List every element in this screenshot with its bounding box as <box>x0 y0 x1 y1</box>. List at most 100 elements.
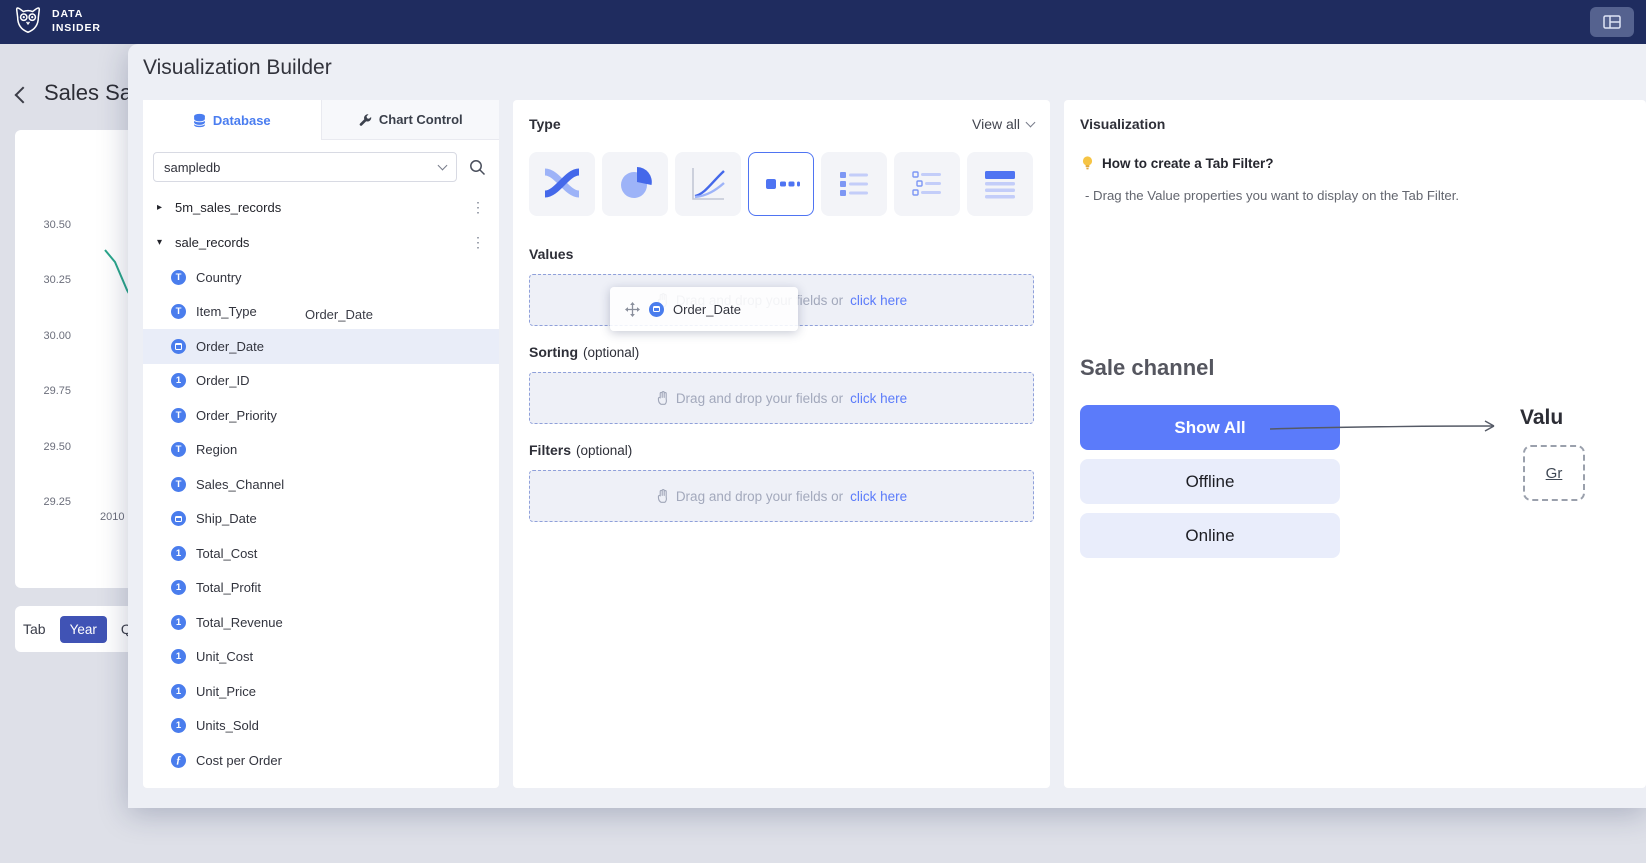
section-title-text: Values <box>529 246 573 262</box>
search-icon[interactable] <box>469 159 486 176</box>
y-axis-tick: 30.00 <box>29 330 71 342</box>
kebab-menu-icon[interactable]: ⋮ <box>471 234 485 251</box>
brand-text: DATA INSIDER <box>52 8 101 35</box>
number-field-icon: 1 <box>171 615 186 630</box>
field-row-order-date[interactable]: Order_Date <box>143 329 499 364</box>
field-label: Units_Sold <box>196 718 259 733</box>
section-sorting: Sorting(optional)Drag and drop your fiel… <box>529 344 1034 424</box>
tab-database[interactable]: Database <box>143 100 321 140</box>
field-row-total-revenue[interactable]: 1Total_Revenue <box>143 605 499 640</box>
chart-type-line[interactable] <box>675 152 741 216</box>
field-row-ship-date[interactable]: Ship_Date <box>143 502 499 537</box>
chart-type-timeline[interactable] <box>748 152 814 216</box>
kebab-menu-icon[interactable]: ⋮ <box>471 199 485 216</box>
number-field-icon: 1 <box>171 718 186 733</box>
grid-icon <box>1603 15 1621 29</box>
text-field-icon: T <box>171 442 186 457</box>
y-axis-tick: 29.25 <box>29 496 71 508</box>
y-axis-tick: 29.75 <box>29 385 71 397</box>
modal-title: Visualization Builder <box>143 56 332 80</box>
drag-ghost: Order_Date <box>610 287 798 331</box>
brand-line2: INSIDER <box>52 22 101 36</box>
dropzone-placeholder: Drag and drop your fields or <box>676 391 843 406</box>
field-row-total-cost[interactable]: 1Total_Cost <box>143 536 499 571</box>
field-row-order-id[interactable]: 1Order_ID <box>143 364 499 399</box>
database-icon <box>193 113 206 128</box>
values-node-label: Valu <box>1520 406 1563 430</box>
chevron-expanded-icon[interactable]: ▾ <box>157 237 173 248</box>
field-label: Order_Priority <box>196 408 277 423</box>
builder-panel: Type View all Values Drag and drop your f… <box>513 100 1050 788</box>
chevron-collapsed-icon[interactable]: ▸ <box>157 202 173 213</box>
hint-body-text: - Drag the Value properties you want to … <box>1085 188 1459 203</box>
field-label: Region <box>196 442 237 457</box>
chart-type-table[interactable] <box>967 152 1033 216</box>
y-axis-tick: 30.50 <box>29 219 71 231</box>
field-row-cost-per-order[interactable]: ƒCost per Order <box>143 743 499 778</box>
database-tree: ▸5m_sales_records⋮▾sale_records⋮TCountry… <box>143 190 499 778</box>
field-row-country[interactable]: T Country <box>143 260 499 295</box>
field-row-sales-channel[interactable]: TSales_Channel <box>143 467 499 502</box>
chart-type-pie[interactable] <box>602 152 668 216</box>
period-tabs: TabYearQu <box>23 616 140 643</box>
table-row-sale-records[interactable]: ▾sale_records⋮ <box>143 225 499 260</box>
dropzone-filters[interactable]: Drag and drop your fields or click here <box>529 470 1034 522</box>
tab-chart-control[interactable]: Chart Control <box>321 100 500 140</box>
section-filters: Filters(optional) Drag and drop your fiel… <box>529 442 1034 522</box>
filter-button-show-all[interactable]: Show All <box>1080 405 1340 450</box>
field-label: Country <box>196 270 242 285</box>
type-section-title: Type <box>529 116 561 132</box>
function-field-icon: ƒ <box>171 753 186 768</box>
chart-type-grouped-list[interactable] <box>894 152 960 216</box>
field-row-units-sold[interactable]: 1 Units_Sold <box>143 709 499 744</box>
drag-hand-icon <box>656 391 669 406</box>
field-label: Order_Date <box>196 339 264 354</box>
dropzone-click-here-link[interactable]: click here <box>850 489 907 504</box>
number-field-icon: 1 <box>171 546 186 561</box>
dropzone-click-here-link[interactable]: click here <box>850 391 907 406</box>
period-tab-year[interactable]: Year <box>60 616 107 643</box>
date-field-icon <box>171 339 186 354</box>
field-label: Ship_Date <box>196 511 257 526</box>
text-field-icon: T <box>171 270 186 285</box>
dropzone-click-here-link[interactable]: click here <box>850 293 907 308</box>
datasource-value: sampledb <box>164 160 220 175</box>
field-row-unit-price[interactable]: 1Unit_Price <box>143 674 499 709</box>
dropzone-sorting[interactable]: Drag and drop your fields or click here <box>529 372 1034 424</box>
calendar-glyph <box>175 516 183 523</box>
date-field-icon <box>171 511 186 526</box>
group-by-link[interactable]: Gr <box>1546 465 1563 482</box>
chart-type-list[interactable] <box>821 152 887 216</box>
section-header: Values <box>529 246 1034 262</box>
dashboard-layout-button[interactable] <box>1590 7 1634 37</box>
table-row-5m-sales-records[interactable]: ▸5m_sales_records ⋮ <box>143 190 499 225</box>
tab-chart-control-label: Chart Control <box>379 112 463 127</box>
filter-button-online[interactable]: Online <box>1080 513 1340 558</box>
view-all-button[interactable]: View all <box>972 116 1034 132</box>
period-tab-tab[interactable]: Tab <box>23 621 46 637</box>
database-panel: Database Chart Control sampledb ▸5m_sale… <box>143 100 499 788</box>
type-header: Type View all <box>529 116 1034 132</box>
table-name: 5m_sales_records <box>175 200 281 215</box>
number-field-icon: 1 <box>171 649 186 664</box>
chevron-down-icon <box>438 161 448 171</box>
field-row-unit-cost[interactable]: 1Unit_Cost <box>143 640 499 675</box>
calendar-glyph <box>653 306 661 313</box>
field-row-order-priority[interactable]: TOrder_Priority <box>143 398 499 433</box>
filter-button-offline[interactable]: Offline <box>1080 459 1340 504</box>
group-by-dropzone[interactable]: Gr <box>1523 445 1585 501</box>
drag-origin-label: Order_Date <box>305 307 373 322</box>
chart-type-sankey[interactable] <box>529 152 595 216</box>
dropzone-placeholder: Drag and drop your fields or <box>676 489 843 504</box>
section-optional-text: (optional) <box>576 443 632 458</box>
datasource-select[interactable]: sampledb <box>153 152 457 182</box>
field-row-total-profit[interactable]: 1Total_Profit <box>143 571 499 606</box>
field-label: Total_Profit <box>196 580 261 595</box>
visualization-panel: Visualization How to create a Tab Filter… <box>1064 100 1646 788</box>
widget-title: Sale channel <box>1080 355 1215 381</box>
section-header: Filters(optional) <box>529 442 1034 458</box>
view-all-label: View all <box>972 116 1020 132</box>
date-field-icon <box>649 302 664 317</box>
field-label: Order_ID <box>196 373 249 388</box>
field-row-region[interactable]: T Region <box>143 433 499 468</box>
